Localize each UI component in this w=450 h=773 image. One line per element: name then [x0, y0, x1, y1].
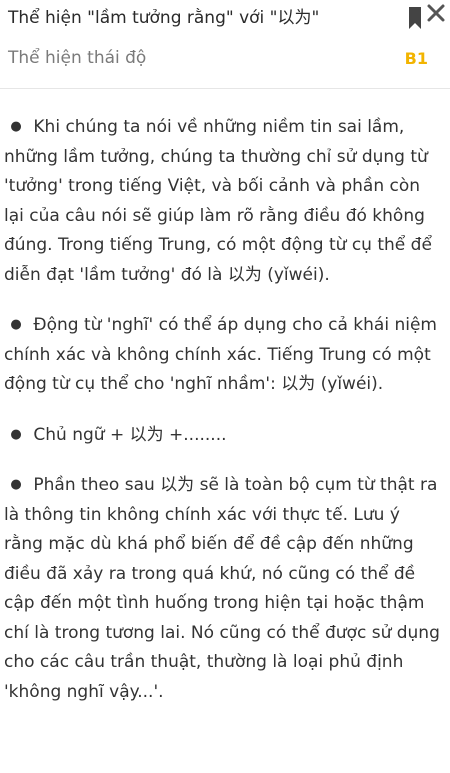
paragraph-text: Phần theo sau 以为 sẽ là toàn bộ cụm từ th… [4, 475, 440, 702]
paragraph-1: ● Khi chúng ta nói về những niềm tin sai… [0, 106, 450, 296]
lesson-title: Thể hiện "lầm tưởng rằng" với "以为" [8, 8, 320, 28]
level-badge: B1 [404, 49, 428, 68]
paragraph-3: ● Chủ ngữ + 以为 +........ [0, 414, 450, 457]
lesson-header: Thể hiện "lầm tưởng rằng" với "以为" Thể h… [0, 0, 450, 88]
paragraph-text: Khi chúng ta nói về những niềm tin sai l… [4, 117, 432, 285]
bullet-icon: ● [10, 426, 22, 442]
lesson-content: ● Khi chúng ta nói về những niềm tin sai… [0, 106, 450, 713]
paragraph-4: ● Phần theo sau 以为 sẽ là toàn bộ cụm từ … [0, 464, 450, 713]
bookmark-icon[interactable] [408, 6, 422, 30]
header-divider [0, 88, 450, 89]
bullet-icon: ● [10, 477, 22, 492]
bullet-icon: ● [10, 317, 22, 332]
lesson-subtitle: Thể hiện thái độ [8, 48, 147, 68]
close-icon[interactable] [425, 2, 447, 24]
paragraph-text: Động từ 'nghĩ' có thể áp dụng cho cả khá… [4, 315, 437, 394]
paragraph-2: ● Động từ 'nghĩ' có thể áp dụng cho cả k… [0, 304, 450, 406]
bullet-icon: ● [10, 119, 22, 134]
paragraph-text: Chủ ngữ + 以为 +........ [33, 424, 227, 445]
